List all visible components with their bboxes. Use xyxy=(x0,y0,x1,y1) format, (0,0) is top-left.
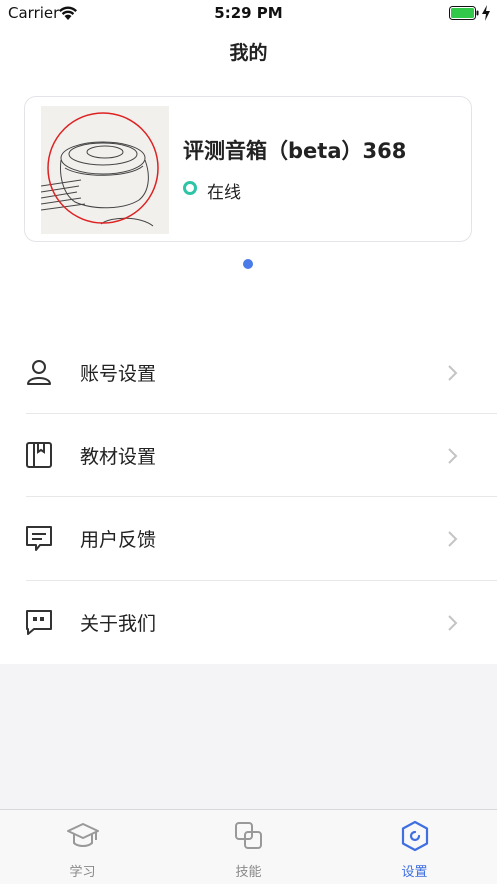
menu-item-textbook-settings[interactable]: 教材设置 xyxy=(0,414,497,497)
skills-icon xyxy=(235,822,262,849)
clock: 5:29 PM xyxy=(214,4,283,22)
device-status: 在线 xyxy=(207,183,241,203)
tab-label: 设置 xyxy=(401,865,428,880)
tab-bar: 学习 技能 设置 xyxy=(0,809,497,884)
device-image xyxy=(41,106,169,234)
menu-item-label: 账号设置 xyxy=(80,363,157,385)
chevron-right-icon xyxy=(448,531,458,547)
user-icon xyxy=(27,360,51,385)
menu-item-account-settings[interactable]: 账号设置 xyxy=(0,331,497,414)
tab-settings[interactable]: 设置 xyxy=(332,810,497,884)
tab-label: 技能 xyxy=(235,865,262,880)
online-status-icon xyxy=(183,181,197,195)
tab-study[interactable]: 学习 xyxy=(0,810,165,884)
book-icon xyxy=(26,442,52,468)
status-bar: Carrier 5:29 PM xyxy=(0,0,497,26)
tab-skills[interactable]: 技能 xyxy=(166,810,331,884)
battery-icon xyxy=(449,6,479,20)
page-title: 我的 xyxy=(229,42,268,64)
menu-item-label: 用户反馈 xyxy=(80,529,157,551)
charging-icon xyxy=(482,5,490,21)
quote-icon xyxy=(26,610,52,635)
graduation-cap-icon xyxy=(67,823,99,847)
tab-label: 学习 xyxy=(69,865,96,880)
menu-item-user-feedback[interactable]: 用户反馈 xyxy=(0,497,497,580)
chevron-right-icon xyxy=(448,365,458,381)
menu-item-label: 教材设置 xyxy=(80,446,157,468)
feedback-icon xyxy=(26,526,52,551)
device-name: 评测音箱（beta）368 xyxy=(183,139,407,163)
settings-icon xyxy=(401,820,429,852)
menu-item-label: 关于我们 xyxy=(80,613,157,635)
page-indicator-dot xyxy=(243,259,253,269)
chevron-right-icon xyxy=(448,615,458,631)
chevron-right-icon xyxy=(448,448,458,464)
menu-item-about-us[interactable]: 关于我们 xyxy=(0,581,497,664)
device-card[interactable]: 评测音箱（beta）368 在线 xyxy=(24,96,472,242)
